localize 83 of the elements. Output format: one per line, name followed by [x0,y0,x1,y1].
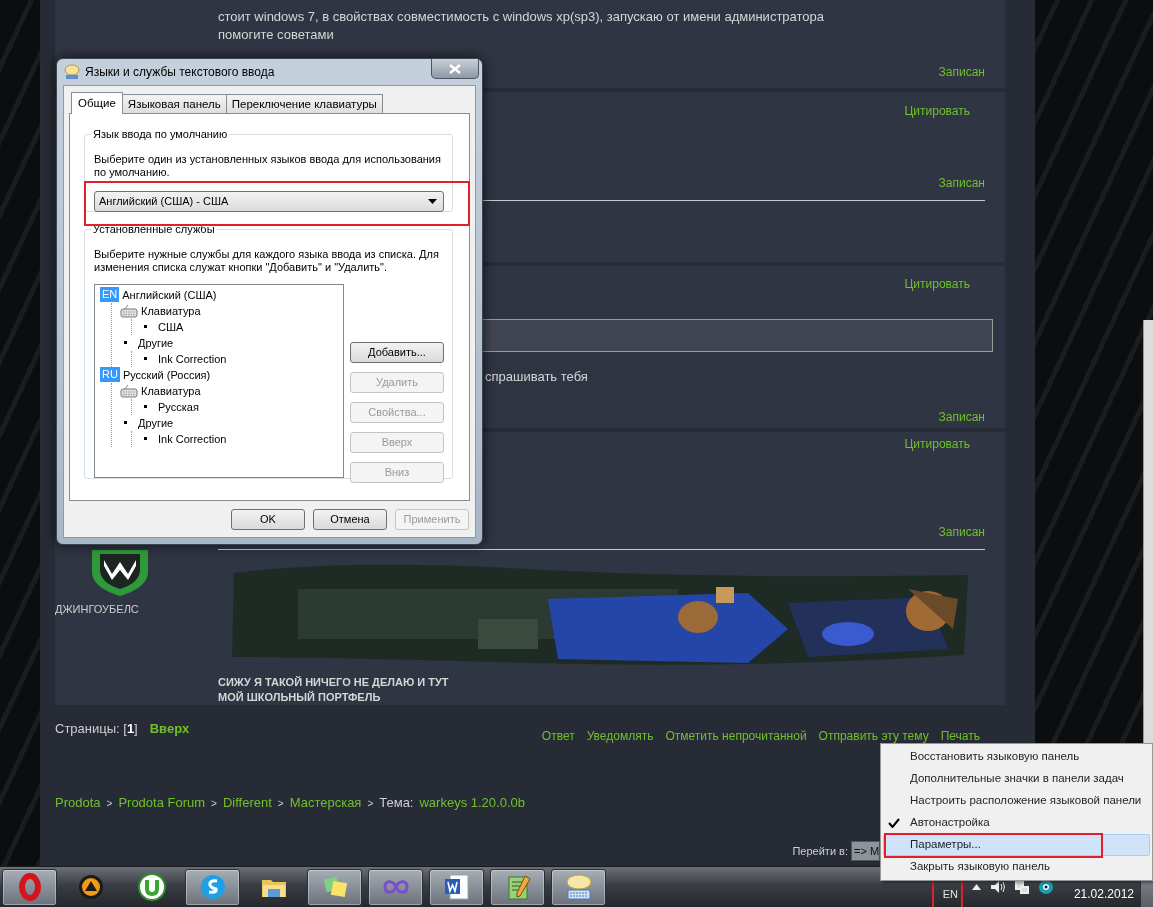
taskbar-button[interactable] [368,868,423,906]
language-badge: RU [100,367,120,382]
tree-item[interactable]: Другие [138,334,174,351]
menu-item[interactable]: Закрыть языковую панель [883,856,1150,878]
speech-bubble-icon [64,64,80,80]
signature-link[interactable]: СИЖУ Я ТАКОЙ НИЧЕГО НЕ ДЕЛАЮ И ТУТ [218,675,970,690]
bullet-icon [124,421,127,424]
caret-icon [428,198,437,204]
tree-item[interactable]: Ink Correction [158,430,227,447]
taskbar-button[interactable] [2,868,57,906]
tree-item[interactable]: Клавиатура [141,382,201,399]
speech-bubble-icon [563,872,594,902]
saved-label: Записан [938,65,985,79]
jump-select[interactable]: => M [851,840,880,861]
eye-icon [1037,879,1054,895]
tree-item[interactable]: Русский (Россия) [122,366,211,383]
language-badge: EN [100,287,120,302]
language-select[interactable]: Английский (США) - США [94,190,444,212]
pagination-text: Страницы: [1] [55,720,138,738]
quote-link[interactable]: Цитировать [904,437,970,451]
author-name: ДЖИНГОУБЕЛС [55,602,140,617]
action-link[interactable]: Отправить эту тему [818,727,929,745]
group-description: Выберите нужные службы для каждого языка ввода из списка. Для изменения списка служат кнопки "Добавить" и "Удалить". [94,247,440,274]
menu-item[interactable]: Восстановить языковую панель [883,746,1150,768]
menu-item[interactable]: Дополнительные значки в панели задач [883,768,1150,790]
post-text: спрашивать тебя [485,368,589,386]
tab[interactable]: Общие [71,92,123,114]
breadcrumb-separator: > [106,797,113,811]
menu-item[interactable]: Настроить расположение языковой панели [883,790,1150,812]
signature-link[interactable]: МОЙ ШКОЛЬНЫЙ ПОРТФЕЛЬ [218,690,970,705]
tree-item[interactable]: США [158,318,184,335]
menu-item[interactable]: Параметры... [883,834,1150,856]
breadcrumb-label: Тема: [379,794,414,812]
taskbar-button[interactable] [551,868,606,906]
tab[interactable]: Переключение клавиатуры [225,94,383,113]
quote-link[interactable]: Цитировать [904,104,970,118]
action-link[interactable]: Отметить непрочитанной [665,727,807,745]
breadcrumb-link[interactable]: warkeys 1.20.0.0b [419,793,525,813]
tab[interactable]: Языковая панель [121,94,227,113]
breadcrumb-link[interactable]: Prodota Forum [118,793,206,813]
service-button[interactable]: Добавить... [350,341,444,363]
dialog-button[interactable]: OK [231,509,305,530]
clock-date: 21.02.2012 [1073,886,1134,903]
up-arrow-icon [971,884,981,890]
bullet-icon [144,325,147,328]
breadcrumb-separator: > [277,797,284,811]
language-indicator[interactable]: EN [942,888,958,900]
saved-label: Записан [938,176,985,190]
post-text: стоит windows 7, в свойствах совместимость с windows xp(sp3), запускаю от имени администратора помогите советами [218,8,825,44]
action-link[interactable]: Уведомлять [586,727,654,745]
bullet-icon [144,357,147,360]
bullet-icon [124,341,127,344]
bullet-icon [144,437,147,440]
quote-link[interactable]: Цитировать [904,277,970,291]
breadcrumb-link[interactable]: Мастерская [289,793,362,813]
disc-icon [136,872,167,902]
action-link[interactable]: Печать [940,727,980,745]
action-link[interactable]: Ответ [541,727,575,745]
window-title: Языки и службы текстового ввода [85,64,275,81]
tree-item[interactable]: Русская [158,398,199,415]
dialog-button[interactable]: Отмена [313,509,387,530]
jump-label: Перейти в: [792,843,848,859]
saved-label: Записан [938,410,985,424]
taskbar-button[interactable] [490,868,545,906]
group-label: Язык ввода по умолчанию [91,127,230,141]
tree-item[interactable]: Ink Correction [158,350,227,367]
saved-label: Записан [938,525,985,539]
breadcrumb-separator: > [211,797,217,811]
tree-item[interactable]: Клавиатура [141,302,201,319]
tree-item[interactable]: Английский (США) [122,286,217,303]
top-link[interactable]: Вверх [149,719,190,739]
menu-item[interactable]: Автонастройка [883,812,1150,834]
close-button[interactable] [431,59,479,79]
taskbar-button[interactable] [429,868,484,906]
close-icon [449,63,461,74]
breadcrumb-separator: > [367,797,374,811]
group-description: Выберите один из установленных языков ввода для использования по умолчанию. [94,152,442,179]
taskbar-button[interactable] [185,868,240,906]
tree-item[interactable]: Другие [138,414,174,431]
taskbar-button[interactable] [307,868,362,906]
breadcrumb-link[interactable]: Prodota [55,793,101,813]
breadcrumb-link[interactable]: Different [222,793,272,813]
bullet-icon [144,405,147,408]
